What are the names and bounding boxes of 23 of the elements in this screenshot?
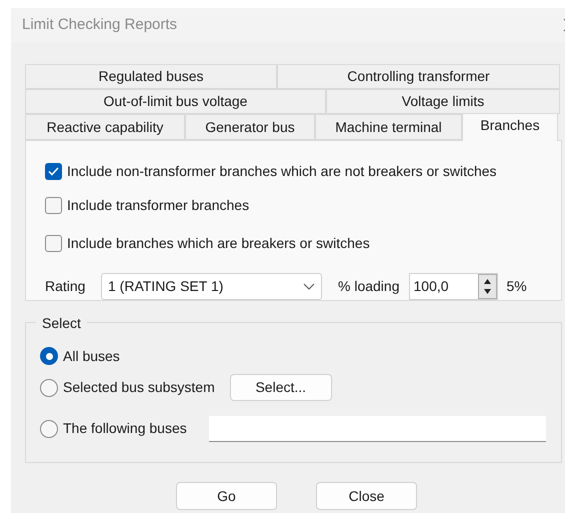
radio-label: Selected bus subsystem [63,378,215,397]
tab[interactable]: Reactive capability [25,114,185,140]
tab[interactable]: Regulated buses [25,64,277,89]
loading-suffix: 5% [506,277,527,296]
radio-label: All buses [63,346,120,366]
radio-label: The following buses [63,419,187,438]
rating-label: Rating [45,277,86,296]
tab[interactable]: Controlling transformer [277,64,560,89]
rating-dropdown[interactable]: 1 (RATING SET 1) [101,273,322,300]
loading-label: % loading [338,277,400,296]
checkbox-label: Include transformer branches [67,196,250,215]
tab[interactable]: Machine terminal [315,114,462,140]
checkbox-label: Include branches which are breakers or switches [67,234,370,253]
tab[interactable]: Generator bus [185,114,315,140]
tab[interactable]: Branches [462,113,558,141]
dialog-button[interactable]: Close [316,482,417,510]
window-title: Limit Checking Reports [22,14,178,35]
dialog-button[interactable]: Go [176,482,277,510]
tab[interactable]: Voltage limits [326,89,560,114]
tab[interactable]: Out-of-limit bus voltage [25,89,326,114]
loading-spinbox[interactable]: 100,0 [408,273,498,300]
select-button[interactable]: Select... [230,374,332,401]
checkbox-label: Include non-transformer branches which are not breakers or switches [67,162,497,181]
